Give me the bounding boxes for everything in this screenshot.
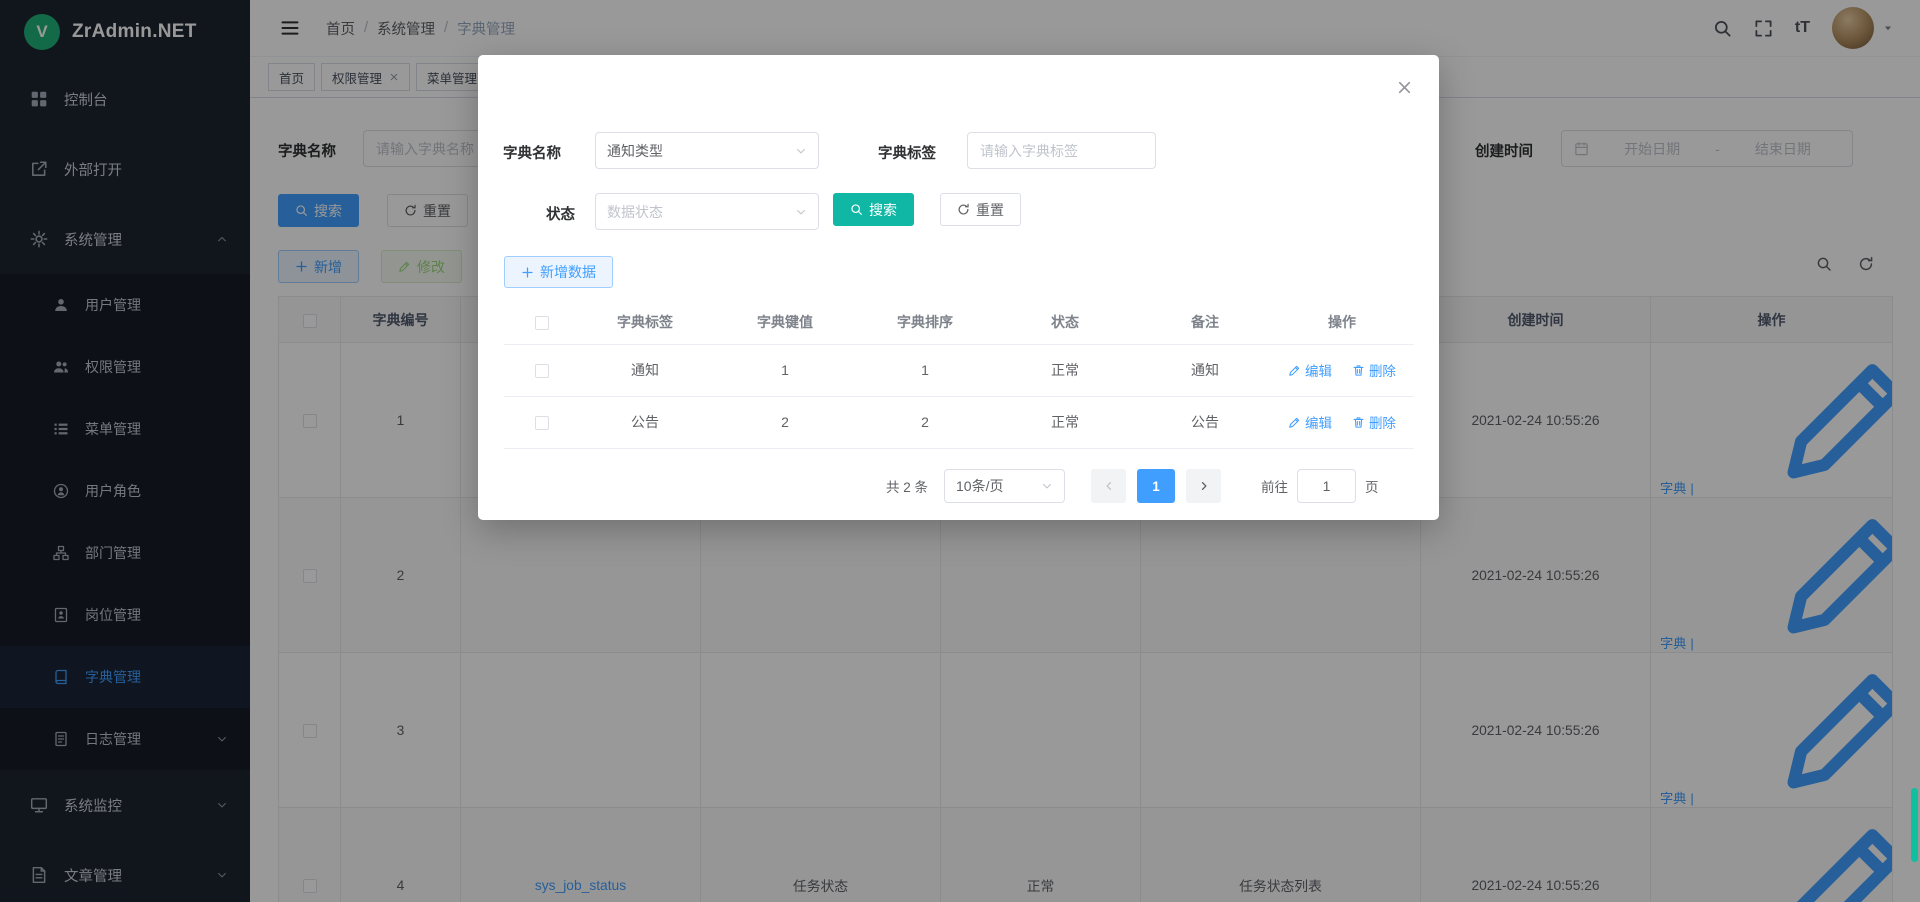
prev-page-button[interactable] <box>1091 469 1126 503</box>
dialog-dict-name-label: 字典名称 <box>503 142 561 163</box>
chevron-right-icon <box>1198 480 1210 492</box>
dialog-search-button[interactable]: 搜索 <box>833 193 914 226</box>
dict-label-input[interactable] <box>967 132 1156 169</box>
table-row: 公告 2 2 正常 公告 编辑 删除 <box>504 396 1414 448</box>
row-checkbox[interactable] <box>535 364 549 378</box>
delete-link[interactable]: 删除 <box>1352 360 1396 380</box>
pagination: 共 2 条 10条/页 1 前往 页 <box>886 469 1379 503</box>
chevron-down-icon <box>1041 480 1053 492</box>
dialog-dict-label-label: 字典标签 <box>878 142 936 163</box>
goto-page-input[interactable] <box>1297 469 1356 503</box>
dialog-status-label: 状态 <box>546 203 575 224</box>
col-dict-value: 字典键值 <box>710 300 860 344</box>
edit-link[interactable]: 编辑 <box>1288 412 1332 432</box>
add-data-button[interactable]: 新增数据 <box>504 256 613 288</box>
row-checkbox[interactable] <box>535 416 549 430</box>
app-root: V ZrAdmin.NET 控制台 外部打开 系统管理 用户管理 权限管理 <box>0 0 1920 902</box>
chevron-down-icon <box>795 145 807 157</box>
delete-link[interactable]: 删除 <box>1352 412 1396 432</box>
trash-icon <box>1352 364 1365 377</box>
table-row: 通知 1 1 正常 通知 编辑 删除 <box>504 344 1414 396</box>
status-select[interactable]: 数据状态 <box>595 193 819 230</box>
pencil-icon <box>1288 364 1301 377</box>
edit-link[interactable]: 编辑 <box>1288 360 1332 380</box>
page-scrollbar[interactable] <box>1911 788 1918 862</box>
chevron-left-icon <box>1103 480 1115 492</box>
col-dict-label: 字典标签 <box>580 300 710 344</box>
pagination-total: 共 2 条 <box>886 476 928 496</box>
chevron-down-icon <box>795 206 807 218</box>
col-status: 状态 <box>990 300 1140 344</box>
current-page-button[interactable]: 1 <box>1137 469 1175 503</box>
page-size-value: 10条/页 <box>956 476 1041 496</box>
refresh-icon <box>957 203 970 216</box>
dict-name-select[interactable]: 通知类型 <box>595 132 819 169</box>
pencil-icon <box>1288 416 1301 429</box>
col-dict-sort: 字典排序 <box>860 300 990 344</box>
close-icon[interactable] <box>1396 79 1413 96</box>
col-operation: 操作 <box>1270 300 1414 344</box>
dict-name-select-value: 通知类型 <box>607 141 795 161</box>
page-size-select[interactable]: 10条/页 <box>944 469 1065 503</box>
col-remark: 备注 <box>1140 300 1270 344</box>
trash-icon <box>1352 416 1365 429</box>
dict-data-table: 字典标签 字典键值 字典排序 状态 备注 操作 通知 1 1 正常 通知 <box>504 300 1414 449</box>
plus-icon <box>521 266 534 279</box>
goto-suffix: 页 <box>1365 476 1379 496</box>
select-all-checkbox[interactable] <box>535 316 549 330</box>
table-header-row: 字典标签 字典键值 字典排序 状态 备注 操作 <box>504 300 1414 344</box>
goto-label: 前往 <box>1261 476 1288 496</box>
dialog-reset-button[interactable]: 重置 <box>940 193 1021 226</box>
dict-data-dialog: 字典名称 通知类型 字典标签 状态 数据状态 搜索 重置 新增数据 <box>478 55 1439 520</box>
next-page-button[interactable] <box>1186 469 1221 503</box>
search-icon <box>850 203 863 216</box>
status-select-placeholder: 数据状态 <box>607 202 795 222</box>
